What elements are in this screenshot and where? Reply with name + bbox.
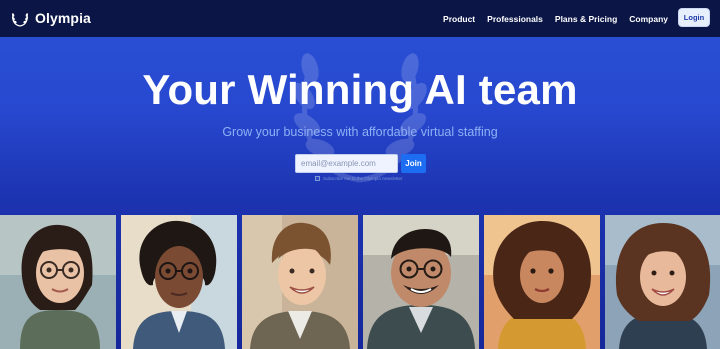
nav-link-company[interactable]: Company: [629, 14, 668, 24]
woman-with-glasses-in-suit-portrait: [121, 215, 237, 349]
smiling-young-man-portrait: [242, 215, 358, 349]
nav-link-product[interactable]: Product: [443, 14, 475, 24]
newsletter-consent: Subscribe me to the Olympia newsletter: [315, 176, 403, 181]
man-with-glasses-portrait: [363, 215, 479, 349]
login-button[interactable]: Login: [678, 8, 710, 27]
portrait-gallery: [0, 215, 720, 349]
hero-subtitle: Grow your business with affordable virtu…: [222, 125, 498, 139]
nav-link-professionals[interactable]: Professionals: [487, 14, 543, 24]
brand-name: Olympia: [35, 10, 91, 26]
smiling-woman-portrait: [605, 215, 720, 349]
brand[interactable]: Olympia: [10, 8, 91, 28]
hero-title: Your Winning AI team: [142, 66, 578, 113]
newsletter-checkbox[interactable]: [315, 176, 320, 181]
nav-links: Product Professionals Plans & Pricing Co…: [443, 0, 668, 37]
email-field[interactable]: [295, 154, 398, 173]
landing-page: Olympia Product Professionals Plans & Pr…: [0, 0, 720, 349]
join-button[interactable]: Join: [401, 154, 426, 173]
curly-haired-woman-portrait: [484, 215, 600, 349]
woman-with-glasses-portrait: [0, 215, 116, 349]
nav-link-plans-pricing[interactable]: Plans & Pricing: [555, 14, 617, 24]
top-navbar: Olympia Product Professionals Plans & Pr…: [0, 0, 720, 37]
laurel-logo-icon: [11, 13, 29, 27]
newsletter-consent-label: Subscribe me to the Olympia newsletter: [323, 176, 403, 181]
signup-form: Join: [295, 154, 426, 173]
